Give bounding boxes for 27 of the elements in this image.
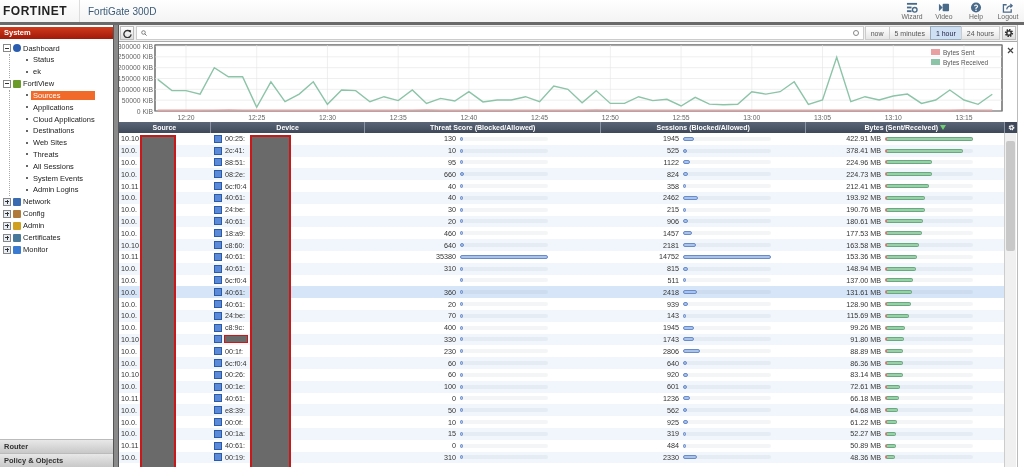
search-field[interactable] — [136, 26, 864, 40]
device-model: FortiGate 300D — [87, 5, 157, 17]
help-icon — [970, 1, 982, 13]
settings-icon — [1007, 124, 1015, 131]
close-icon[interactable] — [1007, 47, 1014, 54]
expand-icon[interactable] — [3, 209, 11, 218]
redaction-bar — [225, 336, 247, 343]
collapse-icon[interactable] — [3, 79, 11, 88]
sort-descending-icon — [940, 125, 946, 130]
refresh-icon — [122, 28, 132, 38]
logout-icon — [1002, 1, 1014, 13]
expand-icon[interactable] — [3, 221, 11, 230]
video-icon — [938, 1, 950, 13]
expand-icon[interactable] — [3, 245, 11, 254]
collapse-icon[interactable] — [3, 44, 11, 52]
scrollbar-thumb[interactable] — [1006, 141, 1015, 251]
splitter-handle[interactable] — [113, 25, 118, 467]
expand-icon[interactable] — [3, 197, 11, 206]
brand-logo: FORTINET — [0, 0, 80, 22]
wizard-icon — [906, 1, 918, 13]
settings-icon — [1004, 28, 1014, 38]
search-icon — [141, 30, 147, 36]
settings-button[interactable] — [1002, 26, 1016, 40]
expand-icon[interactable] — [3, 233, 11, 242]
scrollbar[interactable] — [1004, 133, 1016, 467]
column-settings-button[interactable] — [1005, 122, 1017, 133]
refresh-button[interactable] — [120, 26, 134, 40]
